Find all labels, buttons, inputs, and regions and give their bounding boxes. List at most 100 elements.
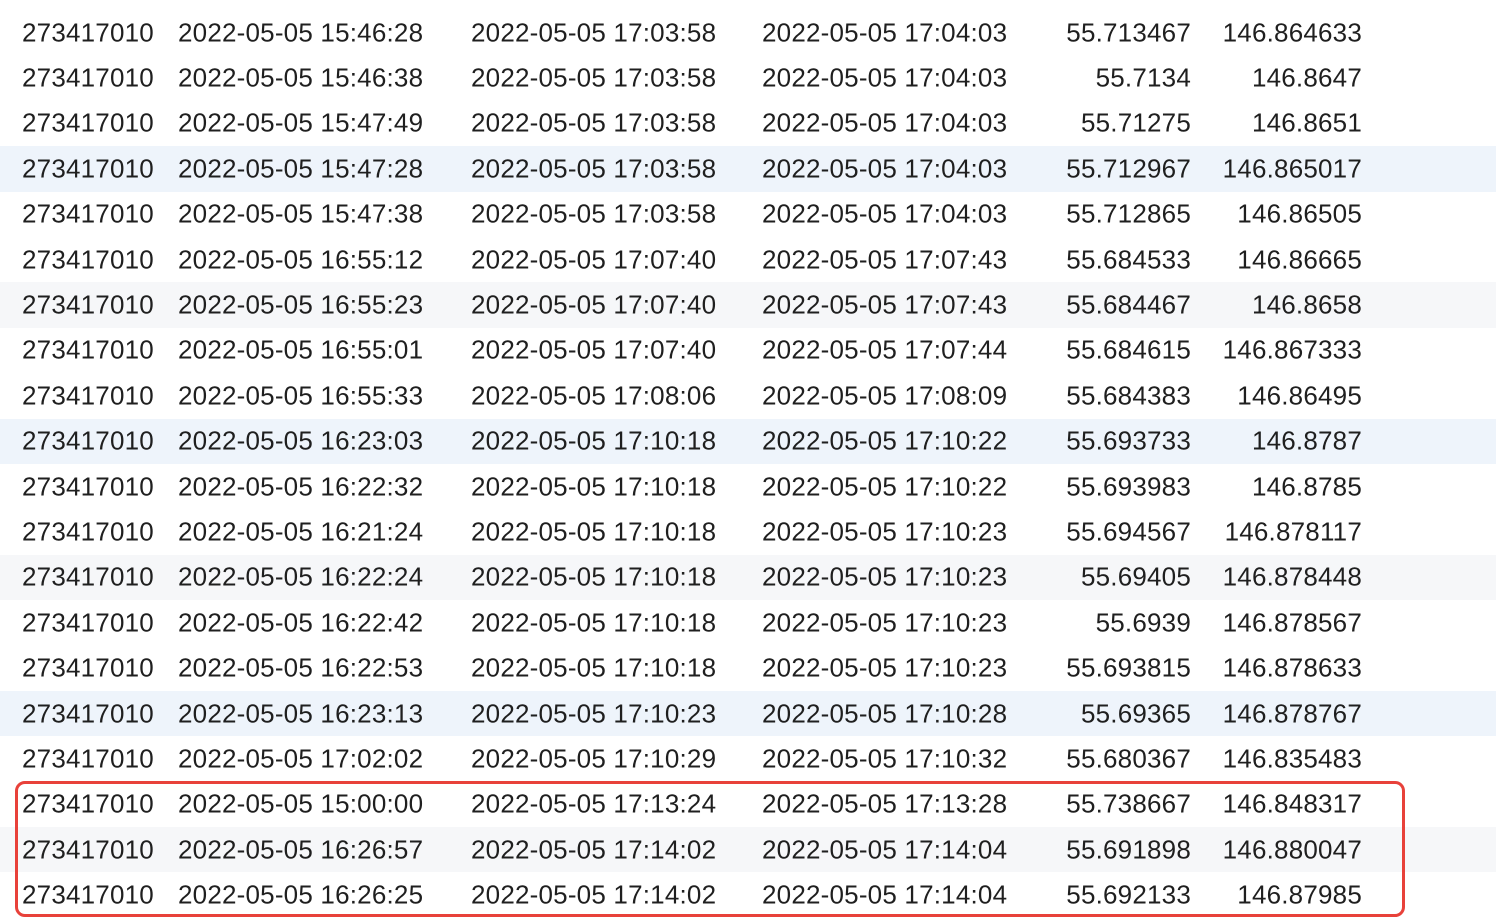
- cell-longitude: 146.86665: [1237, 244, 1362, 275]
- cell-timestamp-1: 2022-05-05 15:47:49: [178, 107, 424, 138]
- cell-timestamp-1: 2022-05-05 15:46:38: [178, 62, 424, 93]
- cell-timestamp-3: 2022-05-05 17:10:22: [762, 471, 1008, 502]
- cell-timestamp-3: 2022-05-05 17:10:28: [762, 698, 1008, 729]
- cell-id: 273417010: [22, 516, 154, 547]
- table-row[interactable]: 273417010 2022-05-05 17:02:02 2022-05-05 1…: [0, 736, 1496, 781]
- cell-id: 273417010: [22, 334, 154, 365]
- cell-longitude: 146.864633: [1222, 17, 1362, 48]
- table-row[interactable]: 273417010 2022-05-05 16:22:24 2022-05-05 1…: [0, 554, 1496, 601]
- cell-timestamp-2: 2022-05-05 17:14:02: [471, 879, 717, 910]
- table-row[interactable]: 273417010 2022-05-05 16:23:03 2022-05-05 1…: [0, 418, 1496, 464]
- cell-timestamp-3: 2022-05-05 17:10:23: [762, 561, 1008, 592]
- cell-latitude: 55.691898: [1066, 834, 1191, 865]
- cell-latitude: 55.693733: [1066, 425, 1191, 456]
- cell-longitude: 146.86505: [1237, 198, 1362, 229]
- data-table: 273417010 2022-05-05 15:46:28 2022-05-05 1…: [0, 10, 1496, 918]
- table-row[interactable]: 273417010 2022-05-05 15:46:38 2022-05-05 1…: [0, 55, 1496, 100]
- cell-id: 273417010: [22, 425, 154, 456]
- cell-timestamp-2: 2022-05-05 17:13:24: [471, 788, 717, 819]
- cell-latitude: 55.684467: [1066, 289, 1191, 320]
- cell-id: 273417010: [22, 107, 154, 138]
- cell-id: 273417010: [22, 834, 154, 865]
- cell-timestamp-2: 2022-05-05 17:10:18: [471, 561, 717, 592]
- cell-timestamp-2: 2022-05-05 17:10:18: [471, 425, 717, 456]
- cell-latitude: 55.738667: [1066, 788, 1191, 819]
- cell-timestamp-3: 2022-05-05 17:07:43: [762, 244, 1008, 275]
- cell-longitude: 146.878448: [1222, 561, 1362, 592]
- cell-timestamp-3: 2022-05-05 17:04:03: [762, 153, 1008, 184]
- cell-timestamp-2: 2022-05-05 17:03:58: [471, 107, 717, 138]
- cell-id: 273417010: [22, 561, 154, 592]
- cell-latitude: 55.693983: [1066, 471, 1191, 502]
- cell-longitude: 146.8651: [1251, 107, 1362, 138]
- table-row[interactable]: 273417010 2022-05-05 16:23:13 2022-05-05 1…: [0, 690, 1496, 737]
- table-row[interactable]: 273417010 2022-05-05 16:55:01 2022-05-05 1…: [0, 328, 1496, 373]
- table-row[interactable]: 273417010 2022-05-05 16:22:42 2022-05-05 1…: [0, 600, 1496, 645]
- table-row[interactable]: 273417010 2022-05-05 16:55:12 2022-05-05 1…: [0, 237, 1496, 282]
- table-row[interactable]: 273417010 2022-05-05 16:26:25 2022-05-05 1…: [0, 872, 1496, 917]
- table-row[interactable]: 273417010 2022-05-05 16:55:23 2022-05-05 1…: [0, 282, 1496, 328]
- cell-timestamp-3: 2022-05-05 17:10:22: [762, 425, 1008, 456]
- cell-timestamp-3: 2022-05-05 17:08:09: [762, 380, 1008, 411]
- cell-timestamp-1: 2022-05-05 16:22:53: [178, 652, 424, 683]
- table-row[interactable]: 273417010 2022-05-05 16:55:33 2022-05-05 1…: [0, 373, 1496, 418]
- cell-longitude: 146.878567: [1222, 607, 1362, 638]
- cell-latitude: 55.69405: [1080, 561, 1191, 592]
- cell-longitude: 146.86495: [1237, 380, 1362, 411]
- cell-timestamp-1: 2022-05-05 16:21:24: [178, 516, 424, 547]
- cell-longitude: 146.8785: [1251, 471, 1362, 502]
- cell-timestamp-2: 2022-05-05 17:07:40: [471, 244, 717, 275]
- cell-timestamp-2: 2022-05-05 17:10:23: [471, 698, 717, 729]
- cell-longitude: 146.878767: [1222, 698, 1362, 729]
- cell-latitude: 55.712967: [1066, 153, 1191, 184]
- cell-timestamp-3: 2022-05-05 17:07:43: [762, 289, 1008, 320]
- cell-longitude: 146.848317: [1222, 788, 1362, 819]
- table-row[interactable]: 273417010 2022-05-05 15:46:28 2022-05-05 1…: [0, 10, 1496, 55]
- cell-timestamp-2: 2022-05-05 17:10:18: [471, 516, 717, 547]
- cell-timestamp-2: 2022-05-05 17:10:18: [471, 471, 717, 502]
- table-row[interactable]: 273417010 2022-05-05 16:22:32 2022-05-05 1…: [0, 464, 1496, 509]
- cell-latitude: 55.69365: [1080, 698, 1191, 729]
- cell-timestamp-1: 2022-05-05 16:55:01: [178, 334, 424, 365]
- table-row[interactable]: 273417010 2022-05-05 16:22:53 2022-05-05 1…: [0, 645, 1496, 690]
- cell-latitude: 55.684383: [1066, 380, 1191, 411]
- cell-timestamp-3: 2022-05-05 17:10:23: [762, 516, 1008, 547]
- cell-timestamp-3: 2022-05-05 17:10:32: [762, 743, 1008, 774]
- cell-longitude: 146.867333: [1222, 334, 1362, 365]
- cell-longitude: 146.878633: [1222, 652, 1362, 683]
- cell-timestamp-1: 2022-05-05 15:47:28: [178, 153, 424, 184]
- cell-timestamp-3: 2022-05-05 17:14:04: [762, 834, 1008, 865]
- cell-timestamp-1: 2022-05-05 16:23:03: [178, 425, 424, 456]
- table-row[interactable]: 273417010 2022-05-05 15:47:49 2022-05-05 1…: [0, 101, 1496, 146]
- cell-timestamp-1: 2022-05-05 15:00:00: [178, 788, 424, 819]
- cell-timestamp-2: 2022-05-05 17:10:18: [471, 607, 717, 638]
- cell-timestamp-1: 2022-05-05 16:22:42: [178, 607, 424, 638]
- cell-timestamp-3: 2022-05-05 17:10:23: [762, 607, 1008, 638]
- table-row[interactable]: 273417010 2022-05-05 15:47:38 2022-05-05 1…: [0, 192, 1496, 237]
- cell-id: 273417010: [22, 698, 154, 729]
- cell-timestamp-1: 2022-05-05 17:02:02: [178, 743, 424, 774]
- cell-id: 273417010: [22, 743, 154, 774]
- cell-timestamp-2: 2022-05-05 17:03:58: [471, 62, 717, 93]
- cell-longitude: 146.8647: [1251, 62, 1362, 93]
- cell-timestamp-1: 2022-05-05 16:22:24: [178, 561, 424, 592]
- cell-timestamp-1: 2022-05-05 16:26:57: [178, 834, 424, 865]
- cell-timestamp-2: 2022-05-05 17:07:40: [471, 334, 717, 365]
- cell-latitude: 55.6939: [1095, 607, 1191, 638]
- cell-timestamp-1: 2022-05-05 15:47:38: [178, 198, 424, 229]
- table-row[interactable]: 273417010 2022-05-05 15:47:28 2022-05-05 1…: [0, 146, 1496, 192]
- cell-timestamp-2: 2022-05-05 17:03:58: [471, 153, 717, 184]
- table-row[interactable]: 273417010 2022-05-05 15:00:00 2022-05-05 1…: [0, 782, 1496, 827]
- cell-longitude: 146.8787: [1251, 425, 1362, 456]
- cell-latitude: 55.692133: [1066, 879, 1191, 910]
- table-row[interactable]: 273417010 2022-05-05 16:21:24 2022-05-05 1…: [0, 509, 1496, 554]
- cell-latitude: 55.684533: [1066, 244, 1191, 275]
- cell-id: 273417010: [22, 289, 154, 320]
- cell-timestamp-2: 2022-05-05 17:07:40: [471, 289, 717, 320]
- table-row[interactable]: 273417010 2022-05-05 16:26:57 2022-05-05 1…: [0, 827, 1496, 873]
- cell-timestamp-1: 2022-05-05 16:55:23: [178, 289, 424, 320]
- cell-id: 273417010: [22, 380, 154, 411]
- cell-id: 273417010: [22, 198, 154, 229]
- cell-latitude: 55.684615: [1066, 334, 1191, 365]
- cell-timestamp-3: 2022-05-05 17:04:03: [762, 62, 1008, 93]
